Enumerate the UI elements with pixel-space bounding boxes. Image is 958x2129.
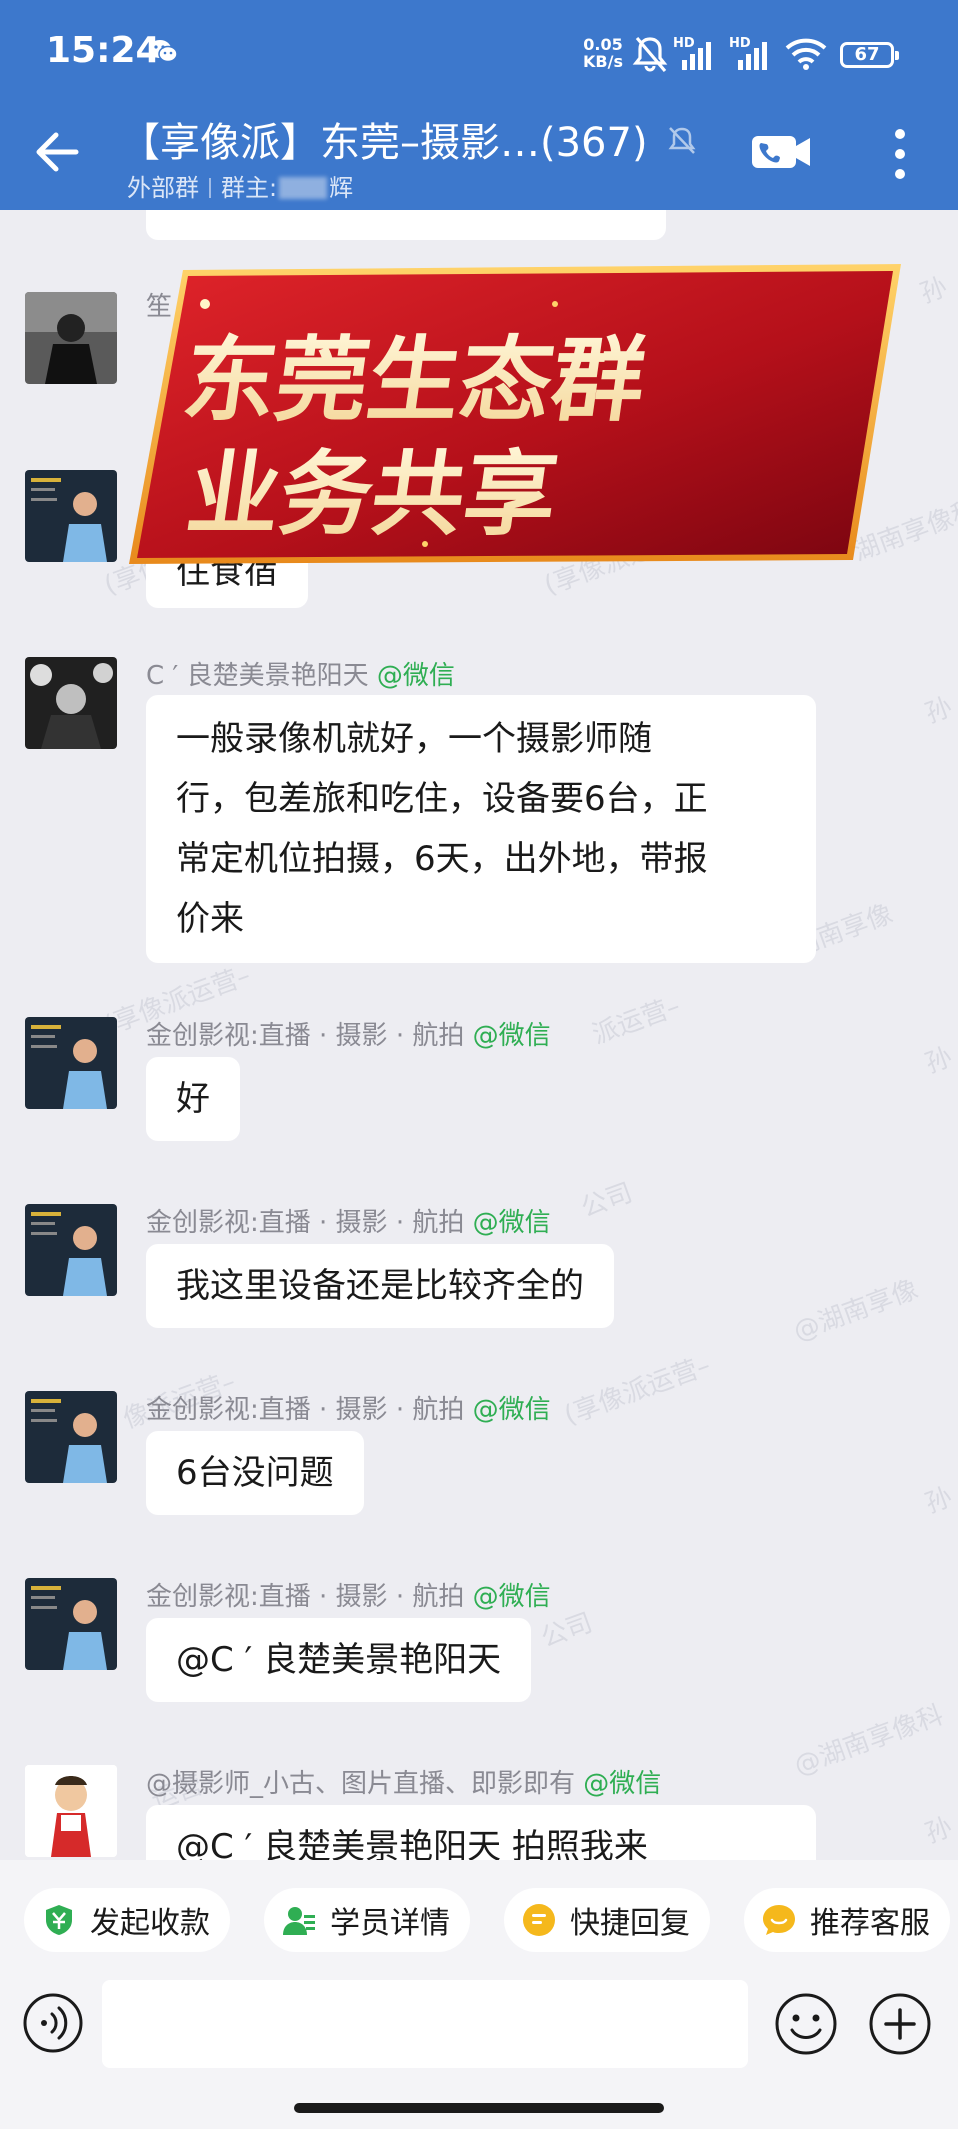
watermark: 孙	[921, 1042, 957, 1080]
service-chat-icon	[763, 1905, 795, 1935]
network-speed-value: 0.05	[583, 35, 623, 54]
network-speed-unit: KB/s	[583, 52, 623, 71]
watermark: @湖南享像	[789, 1274, 923, 1348]
signal-1-icon	[682, 42, 711, 70]
sender-name: C ′ 良楚美景艳阳天 @微信	[146, 655, 455, 692]
message-bubble[interactable]: 6台没问题	[146, 1431, 364, 1515]
avatar[interactable]	[25, 1578, 117, 1670]
message-input-bar	[0, 1970, 958, 2129]
watermark: (享像派运营–	[560, 1350, 715, 1432]
recommend-service-button[interactable]: 推荐客服	[744, 1888, 950, 1952]
button-label: 推荐客服	[810, 1906, 930, 1941]
message-line: 行，包差旅和吃住，设备要6台，正	[176, 779, 708, 819]
voice-video-call-icon[interactable]	[752, 132, 812, 172]
avatar[interactable]	[25, 470, 117, 562]
divider	[209, 178, 211, 198]
sender-name: 金创影视:直播 · 摄影 · 航拍 @微信	[146, 1576, 551, 1613]
sender-name-text: 金创影视:直播 · 摄影 · 航拍	[146, 1208, 465, 1238]
sender-name-text: 金创影视:直播 · 摄影 · 航拍	[146, 1582, 465, 1612]
watermark: 孙	[921, 1812, 957, 1850]
watermark: 孙	[921, 692, 957, 730]
sender-name-text: C ′ 良楚美景艳阳天	[146, 661, 369, 691]
message-bubble[interactable]: 我这里设备还是比较齐全的	[146, 1244, 614, 1328]
wechat-icon	[149, 40, 178, 63]
chat-subtitle: 外部群 群主: 辉	[127, 168, 353, 203]
sender-name-text: 金创影视:直播 · 摄影 · 航拍	[146, 1021, 465, 1051]
plus-icon[interactable]	[868, 1992, 932, 2056]
message-input-field[interactable]	[102, 1980, 748, 2068]
sparkle	[200, 299, 210, 309]
start-payment-button[interactable]: 发起收款	[24, 1888, 230, 1952]
message-bubble[interactable]: @C ′ 良楚美景艳阳天 拍照我来	[146, 1805, 816, 1860]
owner-name: 辉	[329, 174, 354, 202]
button-label: 发起收款	[90, 1906, 210, 1941]
signal-2-icon	[738, 42, 767, 70]
sender-name: 金创影视:直播 · 摄影 · 航拍 @微信	[146, 1202, 551, 1239]
quick-action-bar: 发起收款 学员详情 快捷回复 推荐客服	[0, 1860, 958, 1970]
watermark: @湖南享像科	[790, 1700, 948, 1782]
student-details-button[interactable]: 学员详情	[264, 1888, 470, 1952]
sender-name: @摄影师_小古、图片直播、即影即有 @微信	[146, 1763, 661, 1800]
sender-name: 金创影视:直播 · 摄影 · 航拍 @微信	[146, 1015, 551, 1052]
sender-name: 金创影视:直播 · 摄影 · 航拍 @微信	[146, 1389, 551, 1426]
sparkle	[552, 301, 558, 307]
watermark: 公司	[577, 1177, 637, 1224]
chat-title[interactable]: 【享像派】东莞–摄影…(367)	[120, 110, 648, 168]
wechat-tag: @微信	[472, 1395, 551, 1425]
message-bubble-partial[interactable]	[146, 210, 666, 240]
message-bubble[interactable]: 好	[146, 1057, 240, 1141]
banner-line-2: 业务共享	[181, 440, 564, 547]
blurred-owner-name	[279, 177, 328, 199]
message-bubble[interactable]: 一般录像机就好，一个摄影师随 行，包差旅和吃住，设备要6台，正 常定机位拍摄，6…	[146, 695, 816, 963]
wechat-tag: @微信	[376, 661, 455, 691]
owner-label: 群主:	[221, 174, 278, 202]
battery-indicator: 67	[840, 42, 899, 68]
more-options-icon[interactable]	[885, 124, 915, 184]
wechat-tag: @微信	[472, 1582, 551, 1612]
promo-banner: 东莞生态群 业务共享	[129, 264, 901, 564]
button-label: 快捷回复	[570, 1906, 690, 1941]
watermark: 孙	[916, 272, 952, 310]
wechat-tag: @微信	[472, 1021, 551, 1051]
watermark: 派运营–	[588, 991, 685, 1051]
home-indicator[interactable]	[294, 2103, 664, 2113]
message-line: 常定机位拍摄，6天，出外地，带报	[176, 839, 708, 879]
status-time: 15:24	[46, 30, 161, 71]
back-arrow-icon[interactable]	[28, 122, 88, 182]
student-card-icon	[283, 1907, 315, 1935]
button-label: 学员详情	[330, 1906, 450, 1941]
emoji-icon[interactable]	[774, 1992, 838, 2056]
network-speed: 0.05 KB/s	[583, 36, 623, 70]
message-bubble[interactable]: @C ′ 良楚美景艳阳天	[146, 1618, 532, 1702]
group-type-label: 外部群	[127, 174, 199, 202]
sender-name-text: 金创影视:直播 · 摄影 · 航拍	[146, 1395, 465, 1425]
avatar[interactable]	[25, 1204, 117, 1296]
muted-bell-icon	[668, 127, 696, 154]
wechat-tag: @微信	[583, 1769, 662, 1799]
message-line: 价来	[176, 899, 244, 939]
avatar[interactable]	[25, 1391, 117, 1483]
sender-name-text: @摄影师_小古、图片直播、即影即有	[146, 1769, 576, 1799]
avatar[interactable]	[25, 657, 117, 749]
bell-muted-icon	[632, 36, 668, 73]
banner-line-1: 东莞生态群	[177, 326, 652, 433]
avatar[interactable]	[25, 1017, 117, 1109]
wechat-tag: @微信	[472, 1208, 551, 1238]
quick-reply-icon	[523, 1904, 555, 1936]
avatar[interactable]	[25, 1765, 117, 1857]
avatar[interactable]	[25, 292, 117, 384]
watermark: 孙	[921, 1482, 957, 1520]
wifi-icon	[785, 38, 827, 70]
chat-header: 【享像派】东莞–摄影…(367) 外部群 群主: 辉	[0, 110, 958, 210]
quick-reply-button[interactable]: 快捷回复	[504, 1888, 710, 1952]
voice-input-icon[interactable]	[22, 1992, 84, 2054]
message-line: 一般录像机就好，一个摄影师随	[176, 719, 652, 759]
status-bar: 15:24 0.05 KB/s HD HD 67	[0, 0, 958, 110]
payment-shield-icon	[46, 1905, 72, 1935]
